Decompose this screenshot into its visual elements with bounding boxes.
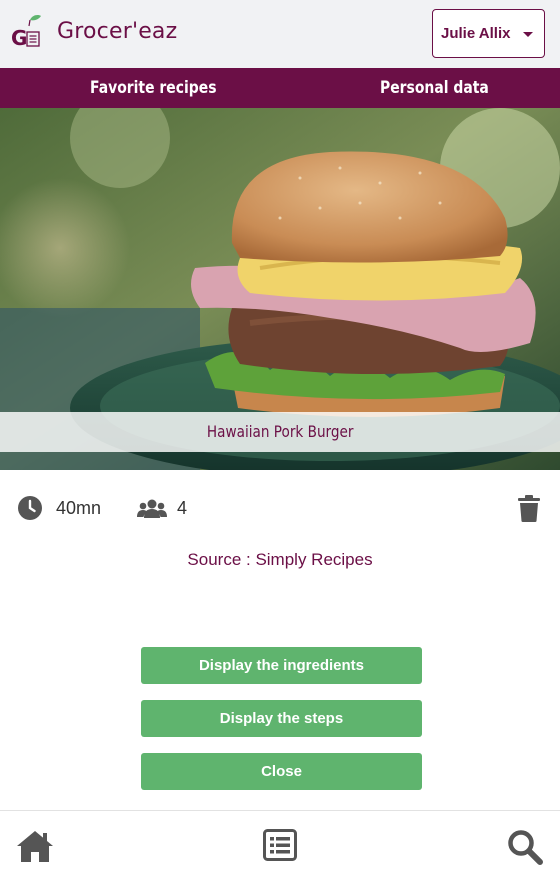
search-icon[interactable] [507, 829, 543, 865]
servings: 4 [177, 498, 188, 518]
trash-icon[interactable] [517, 495, 541, 522]
recipe-info-row: 40mn 4 [0, 490, 560, 526]
recipe-source: Source : Simply Recipes [187, 550, 373, 569]
home-icon[interactable] [16, 829, 54, 863]
clock-icon [18, 496, 42, 520]
svg-text:G: G [11, 26, 27, 50]
recipe-title: Hawaiian Pork Burger [206, 422, 354, 441]
list-icon[interactable] [263, 829, 297, 861]
close-button[interactable]: Close [141, 753, 422, 790]
nav-personal-data[interactable]: Personal data [380, 68, 489, 108]
prep-time: 40mn [56, 498, 102, 518]
recipe-image: Hawaiian Pork Burger [0, 108, 560, 470]
app-title: Grocer'eaz [57, 19, 178, 44]
app-header: G Grocer'eaz Julie Allix [0, 0, 560, 68]
display-ingredients-button[interactable]: Display the ingredients [141, 647, 422, 684]
users-icon [137, 499, 167, 518]
bottom-nav [0, 810, 560, 879]
recipe-title-band: Hawaiian Pork Burger [0, 412, 560, 452]
user-menu-button[interactable]: Julie Allix [432, 9, 545, 58]
top-nav: Favorite recipes Personal data [0, 68, 560, 108]
display-steps-button[interactable]: Display the steps [141, 700, 422, 737]
caret-down-icon [523, 32, 533, 37]
user-name: Julie Allix [441, 25, 511, 42]
nav-favorite-recipes[interactable]: Favorite recipes [90, 68, 217, 108]
app-logo-icon: G [11, 15, 41, 50]
